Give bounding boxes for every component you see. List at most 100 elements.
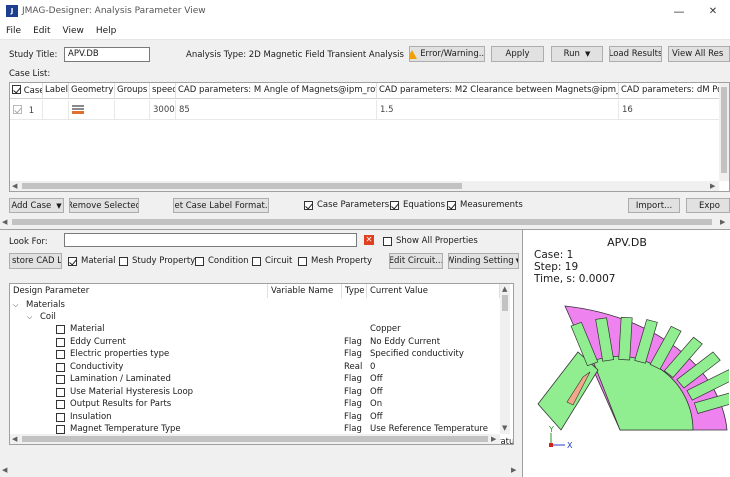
add-case-button[interactable]: Add Case ▼ [9, 198, 64, 213]
parameter-checkbox[interactable] [56, 337, 65, 347]
case-checkbox[interactable] [13, 105, 22, 114]
column-header-current-value[interactable]: Current Value [367, 284, 500, 298]
tree-horizontal-scrollbar[interactable]: ◀ ▶ [10, 434, 500, 444]
parameter-value[interactable]: On [370, 399, 382, 409]
scroll-left-icon[interactable]: ◀ [12, 182, 17, 190]
menu-view[interactable]: View [57, 26, 90, 36]
scroll-left-icon[interactable]: ◀ [2, 466, 7, 474]
clear-search-icon[interactable]: ✕ [364, 235, 374, 245]
menu-help[interactable]: Help [90, 26, 123, 36]
parameter-value[interactable]: Copper [370, 324, 401, 334]
parameter-checkbox[interactable] [56, 400, 65, 409]
measurements-checkbox[interactable]: Measurements [447, 200, 523, 210]
menu-edit[interactable]: Edit [27, 26, 56, 36]
chevron-down-icon[interactable]: ⌵ [27, 313, 32, 322]
scroll-right-icon[interactable]: ▶ [511, 466, 516, 474]
parameter-value[interactable]: Use Reference Temperature [370, 424, 488, 434]
motor-cross-section[interactable]: Y X [523, 230, 729, 476]
tree-row[interactable]: Material Copper [10, 324, 500, 337]
parameter-value[interactable]: Off [370, 387, 383, 397]
remove-selected-button[interactable]: Remove Selected [69, 198, 139, 213]
scroll-up-icon[interactable]: ▲ [502, 285, 507, 293]
column-header-type[interactable]: Type [342, 284, 367, 298]
select-all-checkbox[interactable] [12, 85, 21, 94]
column-header-position[interactable]: CAD parameters: dM Posi [619, 83, 729, 99]
column-header-case[interactable]: Case [10, 83, 43, 99]
geometry-cell[interactable] [69, 100, 115, 120]
tree-node-coil[interactable]: ⌵ Coil [10, 312, 500, 325]
label-cell[interactable] [43, 100, 69, 120]
parameter-checkbox[interactable] [56, 350, 65, 359]
show-all-properties-checkbox[interactable]: Show All Properties [383, 236, 478, 246]
scroll-thumb[interactable] [502, 295, 508, 311]
minimize-button[interactable]: — [662, 0, 696, 22]
column-header-groups[interactable]: Groups [115, 83, 150, 99]
tree-vertical-scrollbar[interactable]: ▲ ▼ [500, 284, 510, 434]
column-header-design-parameter[interactable]: Design Parameter [10, 284, 268, 298]
import-button[interactable]: Import... [628, 198, 680, 213]
parameter-checkbox[interactable] [56, 387, 65, 397]
load-results-button[interactable]: Load Results [609, 46, 662, 62]
column-header-clearance[interactable]: CAD parameters: M2 Clearance between Mag… [377, 83, 619, 99]
export-button[interactable]: Expo [686, 198, 730, 213]
scroll-left-icon[interactable]: ◀ [2, 218, 7, 226]
tree-row[interactable]: Electric properties type Flag Specified co… [10, 349, 500, 362]
angle-cell[interactable]: 85 [176, 100, 377, 120]
scroll-right-icon[interactable]: ▶ [720, 218, 725, 226]
study-title-input[interactable]: APV.DB [64, 47, 150, 62]
speed-cell[interactable]: 3000 [150, 100, 176, 120]
scroll-down-icon[interactable]: ▼ [502, 424, 507, 432]
menu-file[interactable]: File [0, 26, 27, 36]
scroll-left-icon[interactable]: ◀ [12, 435, 17, 443]
page-horizontal-scrollbar[interactable]: ◀ ▶ [0, 217, 730, 227]
model-view-panel[interactable]: APV.DB Case: 1 Step: 19 Time, s: 0.0007 … [522, 230, 730, 477]
scroll-thumb[interactable] [721, 87, 727, 173]
set-case-label-format-button[interactable]: Set Case Label Format... [173, 198, 269, 213]
parameter-value[interactable]: No Eddy Current [370, 337, 440, 347]
view-all-results-button[interactable]: View All Res [668, 46, 730, 62]
column-header-variable-name[interactable]: Variable Name [268, 284, 342, 298]
condition-checkbox[interactable]: Condition [195, 256, 249, 266]
column-header-label[interactable]: Label [43, 83, 69, 99]
parameter-value[interactable]: Off [370, 374, 383, 384]
equations-checkbox[interactable]: Equations [390, 200, 445, 210]
case-grid-vertical-scrollbar[interactable] [719, 83, 729, 181]
tree-row[interactable]: Use Material Hysteresis Loop Flag Off [10, 387, 500, 400]
parameter-checkbox[interactable] [56, 325, 65, 334]
error-warning-button[interactable]: Error/Warning... [409, 46, 485, 62]
material-checkbox[interactable]: Material [68, 256, 116, 266]
tree-row[interactable]: Conductivity Real 0 [10, 362, 500, 375]
column-header-angle[interactable]: CAD parameters: M Angle of Magnets@ipm_r… [176, 83, 377, 99]
lower-left-horizontal-scrollbar[interactable]: ◀ ▶ [0, 465, 521, 475]
case-grid-horizontal-scrollbar[interactable]: ◀ ▶ [10, 181, 719, 191]
column-header-geometry[interactable]: Geometry [69, 83, 115, 99]
parameter-value[interactable]: Specified conductivity [370, 349, 464, 359]
scroll-right-icon[interactable]: ▶ [710, 182, 715, 190]
store-cad-button[interactable]: store CAD Li [9, 253, 62, 269]
apply-button[interactable]: Apply [491, 46, 544, 62]
circuit-checkbox[interactable]: Circuit [252, 256, 292, 266]
groups-cell[interactable] [115, 100, 150, 120]
scroll-thumb[interactable] [22, 436, 488, 442]
tree-row[interactable]: Insulation Flag Off [10, 412, 500, 425]
edit-circuit-button[interactable]: Edit Circuit... [389, 253, 443, 269]
clearance-cell[interactable]: 1.5 [377, 100, 619, 120]
winding-setting-button[interactable]: Winding Setting▼ [448, 253, 519, 269]
tree-node-materials[interactable]: ⌵ Materials [10, 300, 500, 313]
parameter-value[interactable]: Off [370, 412, 383, 422]
study-property-checkbox[interactable]: Study Property [119, 256, 195, 266]
scroll-thumb[interactable] [12, 219, 712, 225]
parameter-checkbox[interactable] [56, 425, 65, 434]
run-button[interactable]: Run ▼ [551, 46, 603, 62]
scroll-thumb[interactable] [22, 183, 462, 189]
look-for-input[interactable] [64, 233, 357, 247]
parameter-checkbox[interactable] [56, 375, 65, 384]
position-cell[interactable]: 16 [619, 100, 729, 120]
parameter-checkbox[interactable] [56, 362, 65, 372]
parameter-checkbox[interactable] [56, 412, 65, 422]
case-parameters-checkbox[interactable]: Case Parameters [304, 200, 389, 210]
chevron-down-icon[interactable]: ⌵ [13, 301, 18, 310]
parameter-value[interactable]: 0 [370, 362, 375, 372]
case-cell[interactable]: 1 [10, 100, 43, 120]
tree-row[interactable]: Output Results for Parts Flag On [10, 399, 500, 412]
